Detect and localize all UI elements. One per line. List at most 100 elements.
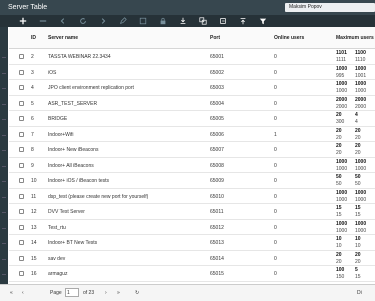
max-value: 20 — [355, 251, 361, 258]
lock-button[interactable] — [158, 16, 168, 26]
import-icon — [240, 18, 246, 25]
row-handle[interactable] — [2, 165, 6, 167]
table-row[interactable]: 13 Test_rtu 65012 0 1000 1000 1000 1000 — [9, 220, 375, 235]
cell-port: 65015 — [210, 271, 224, 277]
first-page-icon[interactable]: « — [10, 290, 13, 296]
forward-button[interactable] — [98, 16, 108, 26]
table-row[interactable]: 4 JPO client environment replication port… — [9, 80, 375, 96]
table-row[interactable]: 3 iOS 65002 0 1000 1000 995 1001 — [9, 65, 375, 80]
cell-server-name: Indoor+ New iBeacons — [48, 147, 99, 153]
row-handle[interactable] — [2, 88, 6, 89]
table-row[interactable]: 15 sav dev 65014 0 20 20 20 20 — [9, 251, 375, 266]
table-row[interactable]: 14 Indoor+ BT New Tests 65013 0 10 10 10 10 — [9, 235, 375, 251]
row-handle[interactable] — [2, 150, 6, 151]
table-row[interactable]: 12 DVV Test Server 65011 0 15 15 15 15 — [9, 204, 375, 220]
row-checkbox[interactable] — [19, 54, 24, 59]
row-handle[interactable] — [2, 119, 6, 120]
max-value: 1000 — [355, 189, 367, 196]
user-menu[interactable]: Maksim Popov — [285, 3, 375, 12]
table-row[interactable]: 16 armaguz 65015 0 100 5 150 15 — [9, 266, 375, 282]
row-handle[interactable] — [2, 243, 6, 244]
row-checkbox[interactable] — [19, 240, 24, 245]
last-page-icon[interactable]: » — [117, 290, 120, 296]
table-row[interactable]: 11 dsp_test (please create new port for y… — [9, 189, 375, 204]
max-value: 20 — [355, 134, 361, 141]
cell-online-users: 0 — [274, 147, 277, 153]
cell-server-name: Indoor+ All iBeacons — [48, 162, 94, 169]
row-handle[interactable] — [2, 212, 6, 213]
cell-server-name: Test_rtu — [48, 224, 66, 231]
header-port[interactable]: Port — [210, 35, 220, 41]
row-checkbox[interactable] — [19, 100, 24, 106]
table-row[interactable]: 10 Indoor+ iOS / iBeacon tests 65009 0 50 50 5… — [9, 173, 375, 189]
cell-server-name: dsp_test (please create new port for you… — [48, 193, 149, 200]
row-checkbox[interactable] — [19, 85, 24, 90]
max-value: 1000 — [355, 81, 367, 87]
cell-online-users: 0 — [274, 69, 277, 76]
edit-button[interactable] — [118, 16, 128, 26]
add-button[interactable] — [18, 16, 28, 26]
max-value: 50 — [336, 181, 342, 187]
import-button[interactable] — [238, 16, 248, 26]
cell-id: 3 — [31, 69, 34, 76]
cell-server-name: TASSTA WEBINAR 22.3434 — [48, 54, 111, 60]
header-maximum-users[interactable]: Maximum users — [336, 35, 374, 41]
cell-id: 9 — [31, 162, 34, 169]
cell-online-users: 0 — [274, 209, 277, 215]
row-handle[interactable] — [2, 227, 6, 229]
max-value: 10 — [336, 243, 342, 249]
row-handle[interactable] — [2, 274, 6, 275]
header-server-name[interactable]: Server name — [48, 35, 78, 41]
row-handle[interactable] — [2, 72, 6, 74]
copy-button[interactable] — [198, 16, 208, 26]
refresh-page-icon[interactable]: ↻ — [135, 290, 139, 296]
display-info: Di — [357, 290, 362, 296]
table-row[interactable]: 5 ASR_TEST_SERVER 65004 0 2000 2000 2000 2000 — [9, 96, 375, 111]
table-row[interactable]: 8 Indoor+ New iBeacons 65007 0 20 20 20 20 — [9, 142, 375, 158]
row-checkbox[interactable] — [19, 193, 24, 199]
row-checkbox[interactable] — [19, 162, 24, 168]
row-handle[interactable] — [2, 196, 6, 198]
header-id[interactable]: ID — [31, 35, 36, 41]
pagination-bar: « ‹ Page 1 of 23 › » ↻ Di — [0, 284, 375, 301]
row-checkbox[interactable] — [19, 224, 24, 230]
row-checkbox[interactable] — [19, 209, 24, 214]
max-value: 1000 — [355, 158, 367, 165]
copy-icon — [199, 17, 207, 25]
row-handle[interactable] — [2, 181, 6, 182]
table-row[interactable]: 9 Indoor+ All iBeacons 65008 0 1000 1000 1000 1… — [9, 158, 375, 173]
row-handle[interactable] — [2, 57, 6, 58]
row-checkbox[interactable] — [19, 147, 24, 152]
row-checkbox[interactable] — [19, 271, 24, 276]
row-checkbox[interactable] — [19, 178, 24, 183]
add-icon — [19, 17, 27, 25]
next-page-icon[interactable]: › — [105, 290, 107, 296]
filter-button[interactable] — [258, 16, 268, 26]
max-value: 1100 — [355, 50, 366, 56]
max-value: 1000 — [336, 220, 348, 227]
table-row[interactable]: 2 TASSTA WEBINAR 22.3434 65001 0 1101 1100 111… — [9, 49, 375, 65]
row-checkbox[interactable] — [19, 131, 24, 137]
cell-port: 65004 — [210, 100, 224, 107]
cell-port: 65014 — [210, 255, 224, 262]
row-checkbox[interactable] — [19, 255, 24, 261]
grid-button[interactable] — [138, 16, 148, 26]
row-checkbox[interactable] — [19, 116, 24, 121]
row-handle[interactable] — [2, 134, 6, 136]
header-online-users[interactable]: Online users — [274, 35, 304, 41]
prev-page-icon[interactable]: ‹ — [22, 290, 24, 296]
table-row[interactable]: 6 BRIDGE 65005 0 20 4 300 4 — [9, 111, 375, 127]
table-row[interactable]: 7 Indoor+Wifi 65006 1 20 20 20 20 — [9, 127, 375, 142]
max-value: 1000 — [336, 65, 348, 72]
row-handle[interactable] — [2, 103, 6, 105]
back-button[interactable] — [58, 16, 68, 26]
delete-button[interactable] — [38, 16, 48, 26]
refresh-button[interactable] — [78, 16, 88, 26]
download-button[interactable] — [178, 16, 188, 26]
page-input[interactable]: 1 — [65, 288, 79, 297]
cell-server-name: BRIDGE — [48, 116, 68, 122]
row-checkbox[interactable] — [19, 69, 24, 75]
row-handle[interactable] — [2, 258, 6, 260]
export-button[interactable] — [218, 16, 228, 26]
forward-icon — [101, 18, 106, 24]
